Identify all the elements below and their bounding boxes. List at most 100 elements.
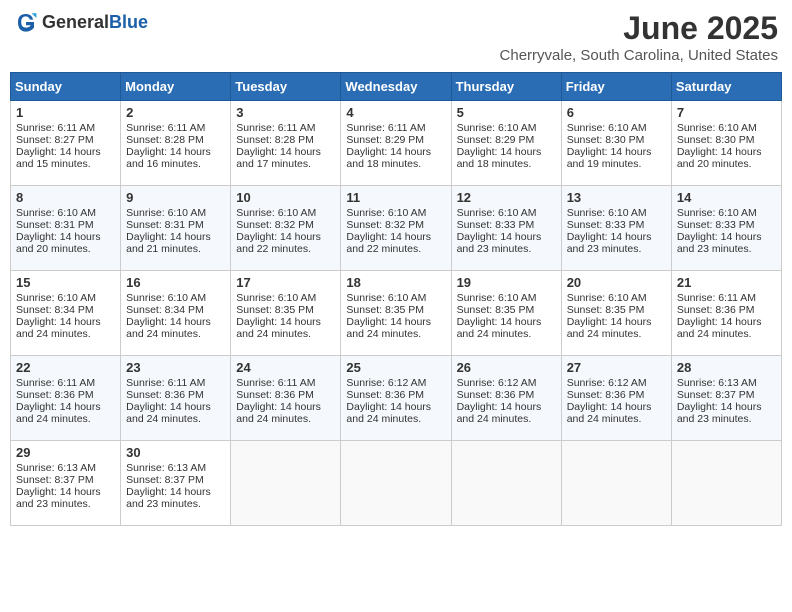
sunset-label: Sunset: 8:32 PM xyxy=(346,219,424,231)
calendar-cell: 9 Sunrise: 6:10 AM Sunset: 8:31 PM Dayli… xyxy=(121,186,231,271)
day-number: 24 xyxy=(236,360,335,375)
calendar-cell: 13 Sunrise: 6:10 AM Sunset: 8:33 PM Dayl… xyxy=(561,186,671,271)
sunset-label: Sunset: 8:37 PM xyxy=(677,389,755,401)
sunrise-label: Sunrise: 6:10 AM xyxy=(567,122,647,134)
logo-blue: Blue xyxy=(109,12,148,32)
sunrise-label: Sunrise: 6:10 AM xyxy=(567,207,647,219)
sunrise-label: Sunrise: 6:10 AM xyxy=(457,122,537,134)
sunrise-label: Sunrise: 6:10 AM xyxy=(346,292,426,304)
sunrise-label: Sunrise: 6:11 AM xyxy=(126,122,205,134)
logo-general: General xyxy=(42,12,109,32)
sunset-label: Sunset: 8:33 PM xyxy=(677,219,755,231)
day-number: 5 xyxy=(457,105,556,120)
day-number: 25 xyxy=(346,360,445,375)
sunset-label: Sunset: 8:29 PM xyxy=(457,134,535,146)
logo-icon xyxy=(14,10,38,34)
sunrise-label: Sunrise: 6:10 AM xyxy=(346,207,426,219)
day-number: 15 xyxy=(16,275,115,290)
calendar-cell: 22 Sunrise: 6:11 AM Sunset: 8:36 PM Dayl… xyxy=(11,356,121,441)
calendar-cell: 26 Sunrise: 6:12 AM Sunset: 8:36 PM Dayl… xyxy=(451,356,561,441)
sunset-label: Sunset: 8:30 PM xyxy=(677,134,755,146)
daylight-label: Daylight: 14 hours and 23 minutes. xyxy=(457,231,542,255)
daylight-label: Daylight: 14 hours and 22 minutes. xyxy=(236,231,321,255)
calendar-cell: 4 Sunrise: 6:11 AM Sunset: 8:29 PM Dayli… xyxy=(341,101,451,186)
calendar-cell: 2 Sunrise: 6:11 AM Sunset: 8:28 PM Dayli… xyxy=(121,101,231,186)
sunset-label: Sunset: 8:29 PM xyxy=(346,134,424,146)
calendar-cell: 5 Sunrise: 6:10 AM Sunset: 8:29 PM Dayli… xyxy=(451,101,561,186)
day-number: 10 xyxy=(236,190,335,205)
calendar-cell: 17 Sunrise: 6:10 AM Sunset: 8:35 PM Dayl… xyxy=(231,271,341,356)
calendar-cell: 10 Sunrise: 6:10 AM Sunset: 8:32 PM Dayl… xyxy=(231,186,341,271)
calendar-cell: 27 Sunrise: 6:12 AM Sunset: 8:36 PM Dayl… xyxy=(561,356,671,441)
daylight-label: Daylight: 14 hours and 24 minutes. xyxy=(16,316,101,340)
day-number: 7 xyxy=(677,105,776,120)
calendar-cell: 14 Sunrise: 6:10 AM Sunset: 8:33 PM Dayl… xyxy=(671,186,781,271)
day-number: 26 xyxy=(457,360,556,375)
sunset-label: Sunset: 8:36 PM xyxy=(126,389,204,401)
sunset-label: Sunset: 8:28 PM xyxy=(126,134,204,146)
calendar-cell xyxy=(671,441,781,526)
calendar-day-header: Thursday xyxy=(451,73,561,101)
daylight-label: Daylight: 14 hours and 24 minutes. xyxy=(457,401,542,425)
sunrise-label: Sunrise: 6:10 AM xyxy=(457,292,537,304)
daylight-label: Daylight: 14 hours and 15 minutes. xyxy=(16,146,101,170)
sunset-label: Sunset: 8:35 PM xyxy=(457,304,535,316)
day-number: 22 xyxy=(16,360,115,375)
subtitle: Cherryvale, South Carolina, United State… xyxy=(500,47,778,64)
day-number: 20 xyxy=(567,275,666,290)
calendar-cell xyxy=(451,441,561,526)
calendar-cell: 6 Sunrise: 6:10 AM Sunset: 8:30 PM Dayli… xyxy=(561,101,671,186)
sunrise-label: Sunrise: 6:13 AM xyxy=(677,377,757,389)
sunrise-label: Sunrise: 6:11 AM xyxy=(677,292,756,304)
daylight-label: Daylight: 14 hours and 24 minutes. xyxy=(16,401,101,425)
daylight-label: Daylight: 14 hours and 17 minutes. xyxy=(236,146,321,170)
calendar-cell: 29 Sunrise: 6:13 AM Sunset: 8:37 PM Dayl… xyxy=(11,441,121,526)
sunset-label: Sunset: 8:36 PM xyxy=(457,389,535,401)
calendar-cell: 8 Sunrise: 6:10 AM Sunset: 8:31 PM Dayli… xyxy=(11,186,121,271)
daylight-label: Daylight: 14 hours and 24 minutes. xyxy=(346,401,431,425)
sunrise-label: Sunrise: 6:10 AM xyxy=(126,207,206,219)
calendar-cell: 18 Sunrise: 6:10 AM Sunset: 8:35 PM Dayl… xyxy=(341,271,451,356)
sunrise-label: Sunrise: 6:11 AM xyxy=(16,122,95,134)
daylight-label: Daylight: 14 hours and 19 minutes. xyxy=(567,146,652,170)
sunset-label: Sunset: 8:33 PM xyxy=(567,219,645,231)
daylight-label: Daylight: 14 hours and 23 minutes. xyxy=(677,231,762,255)
sunset-label: Sunset: 8:31 PM xyxy=(16,219,94,231)
day-number: 12 xyxy=(457,190,556,205)
sunset-label: Sunset: 8:28 PM xyxy=(236,134,314,146)
daylight-label: Daylight: 14 hours and 24 minutes. xyxy=(567,401,652,425)
calendar-cell: 3 Sunrise: 6:11 AM Sunset: 8:28 PM Dayli… xyxy=(231,101,341,186)
day-number: 11 xyxy=(346,190,445,205)
daylight-label: Daylight: 14 hours and 18 minutes. xyxy=(346,146,431,170)
daylight-label: Daylight: 14 hours and 24 minutes. xyxy=(346,316,431,340)
sunset-label: Sunset: 8:32 PM xyxy=(236,219,314,231)
daylight-label: Daylight: 14 hours and 16 minutes. xyxy=(126,146,211,170)
sunrise-label: Sunrise: 6:12 AM xyxy=(346,377,426,389)
day-number: 13 xyxy=(567,190,666,205)
day-number: 2 xyxy=(126,105,225,120)
daylight-label: Daylight: 14 hours and 22 minutes. xyxy=(346,231,431,255)
day-number: 29 xyxy=(16,445,115,460)
calendar-cell: 21 Sunrise: 6:11 AM Sunset: 8:36 PM Dayl… xyxy=(671,271,781,356)
daylight-label: Daylight: 14 hours and 23 minutes. xyxy=(677,401,762,425)
calendar-week-row: 22 Sunrise: 6:11 AM Sunset: 8:36 PM Dayl… xyxy=(11,356,782,441)
daylight-label: Daylight: 14 hours and 23 minutes. xyxy=(16,486,101,510)
sunset-label: Sunset: 8:37 PM xyxy=(126,474,204,486)
day-number: 3 xyxy=(236,105,335,120)
sunset-label: Sunset: 8:27 PM xyxy=(16,134,94,146)
sunrise-label: Sunrise: 6:10 AM xyxy=(567,292,647,304)
calendar-header-row: SundayMondayTuesdayWednesdayThursdayFrid… xyxy=(11,73,782,101)
sunrise-label: Sunrise: 6:13 AM xyxy=(126,462,206,474)
sunrise-label: Sunrise: 6:10 AM xyxy=(236,292,316,304)
calendar-week-row: 1 Sunrise: 6:11 AM Sunset: 8:27 PM Dayli… xyxy=(11,101,782,186)
sunrise-label: Sunrise: 6:11 AM xyxy=(126,377,205,389)
daylight-label: Daylight: 14 hours and 24 minutes. xyxy=(567,316,652,340)
calendar-cell: 12 Sunrise: 6:10 AM Sunset: 8:33 PM Dayl… xyxy=(451,186,561,271)
daylight-label: Daylight: 14 hours and 21 minutes. xyxy=(126,231,211,255)
day-number: 16 xyxy=(126,275,225,290)
calendar-cell: 28 Sunrise: 6:13 AM Sunset: 8:37 PM Dayl… xyxy=(671,356,781,441)
sunrise-label: Sunrise: 6:10 AM xyxy=(126,292,206,304)
sunrise-label: Sunrise: 6:12 AM xyxy=(457,377,537,389)
calendar-table: SundayMondayTuesdayWednesdayThursdayFrid… xyxy=(10,72,782,526)
calendar-cell: 11 Sunrise: 6:10 AM Sunset: 8:32 PM Dayl… xyxy=(341,186,451,271)
